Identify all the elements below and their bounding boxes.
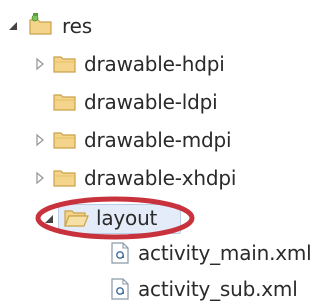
tree-node-label: drawable-mdpi bbox=[84, 128, 232, 152]
tree-node-drawable-hdpi[interactable]: drawable-hdpi bbox=[0, 47, 333, 81]
tree-node-label: activity_sub.xml bbox=[138, 277, 298, 301]
folder-icon bbox=[53, 94, 76, 111]
folder-icon bbox=[53, 170, 76, 187]
tree-node-drawable-xhdpi[interactable]: drawable-xhdpi bbox=[0, 161, 333, 195]
tree-node-drawable-ldpi[interactable]: drawable-ldpi bbox=[0, 85, 333, 119]
collapsed-arrow-icon[interactable] bbox=[33, 133, 47, 147]
expanded-arrow-icon[interactable] bbox=[42, 212, 56, 226]
project-explorer-tree: res drawable-hdpi drawable-ldpi drawable… bbox=[0, 0, 333, 305]
tree-node-label: layout bbox=[96, 206, 158, 230]
tree-node-label: drawable-hdpi bbox=[84, 52, 225, 76]
tree-node-activity-sub-xml[interactable]: activity_sub.xml bbox=[0, 272, 333, 306]
tree-node-label: drawable-xhdpi bbox=[84, 166, 237, 190]
collapsed-arrow-icon[interactable] bbox=[33, 57, 47, 71]
tree-node-label: activity_main.xml bbox=[138, 241, 312, 265]
tree-node-label: drawable-ldpi bbox=[84, 90, 218, 114]
folder-icon bbox=[53, 56, 76, 73]
tree-node-activity-main-xml[interactable]: activity_main.xml bbox=[0, 236, 333, 270]
resource-folder-icon bbox=[29, 13, 52, 35]
collapsed-arrow-icon[interactable] bbox=[33, 171, 47, 185]
expanded-arrow-icon[interactable] bbox=[6, 19, 20, 33]
xml-file-icon bbox=[111, 278, 129, 300]
tree-node-drawable-mdpi[interactable]: drawable-mdpi bbox=[0, 123, 333, 157]
tree-node-res[interactable]: res bbox=[0, 9, 333, 43]
tree-node-label: res bbox=[62, 14, 92, 38]
xml-file-icon bbox=[111, 242, 129, 264]
folder-open-icon bbox=[64, 210, 89, 227]
folder-icon bbox=[53, 132, 76, 149]
tree-node-layout[interactable]: layout bbox=[0, 201, 333, 235]
